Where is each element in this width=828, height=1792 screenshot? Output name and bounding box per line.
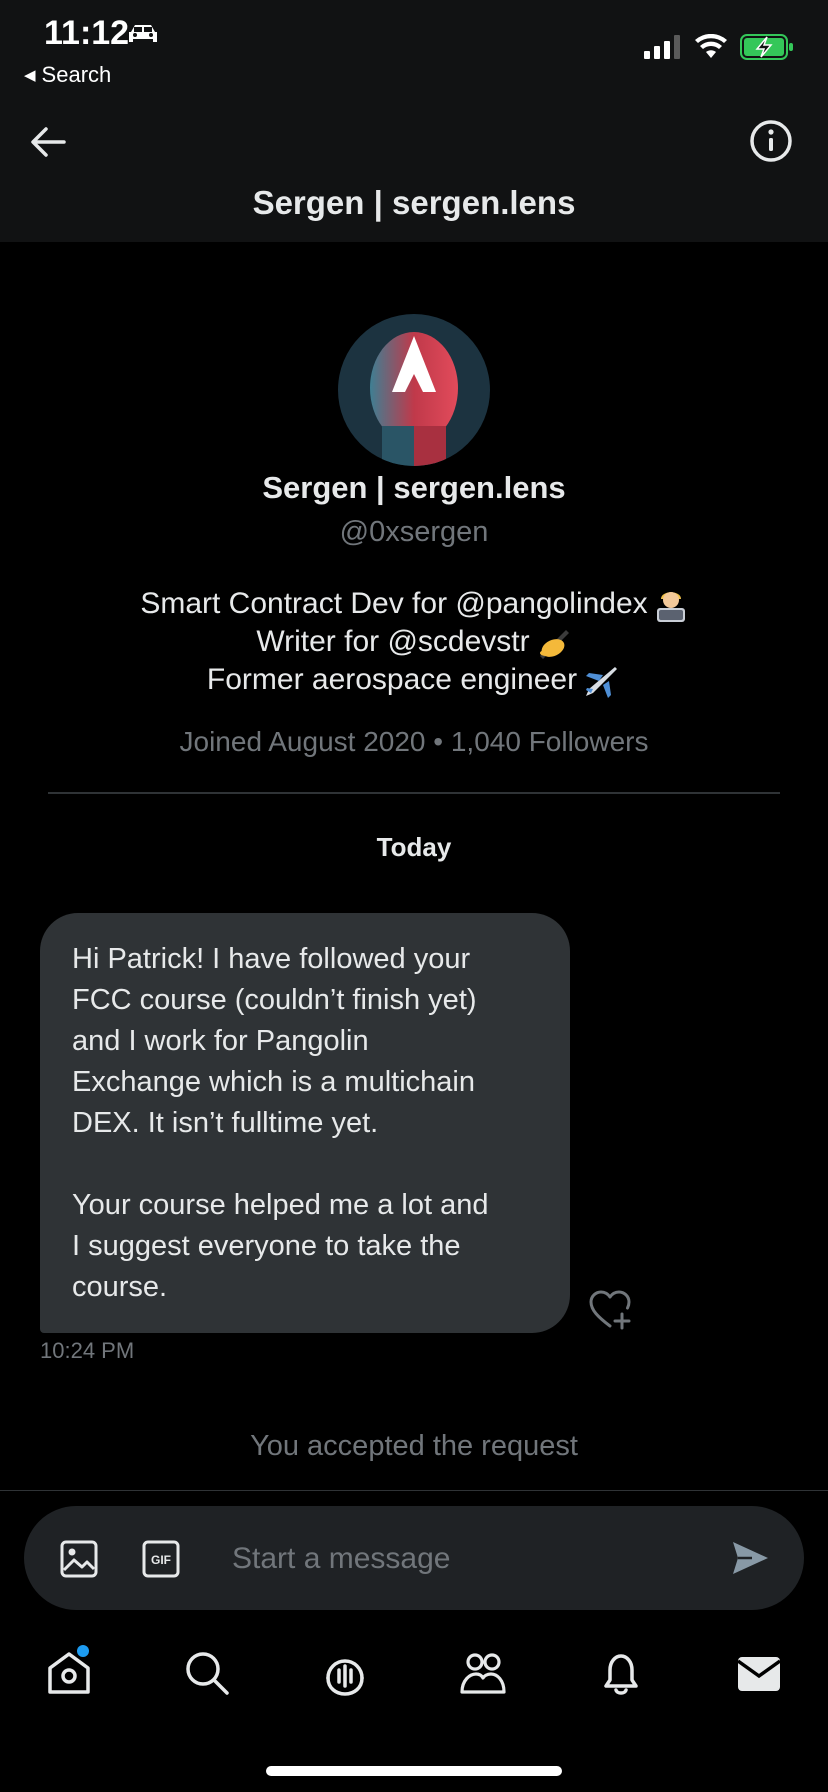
system-note: You accepted the request — [250, 1430, 578, 1462]
message-bubble[interactable]: Hi Patrick! I have followed your FCC cou… — [40, 913, 570, 1333]
divider — [0, 1490, 828, 1491]
car-icon — [129, 25, 157, 42]
back-app-label: Search — [41, 62, 112, 87]
signal-icon — [644, 35, 680, 59]
avatar[interactable] — [338, 314, 490, 466]
spaces-icon[interactable] — [320, 1648, 370, 1698]
arrow-left-icon[interactable] — [26, 120, 70, 164]
technologist-emoji-icon — [656, 592, 685, 623]
profile-meta: Joined August 2020 • 1,040 Followers — [179, 726, 649, 757]
messages-icon[interactable] — [734, 1648, 784, 1698]
message-timestamp: 10:24 PM — [40, 1338, 135, 1363]
communities-icon[interactable] — [458, 1648, 508, 1698]
svg-text:GIF: GIF — [151, 1553, 171, 1567]
status-time: 11:12 — [44, 14, 130, 52]
search-icon[interactable] — [182, 1648, 232, 1698]
message-paragraph: Hi Patrick! I have followed your FCC cou… — [72, 943, 477, 1139]
notification-dot-icon — [77, 1645, 89, 1657]
top-bar: 11:12 ◀ Search Sergen | sergen.lens — [0, 0, 828, 242]
gif-icon[interactable]: GIF — [142, 1540, 180, 1578]
airplane-emoji-icon — [586, 667, 618, 699]
battery-charging-icon — [740, 34, 793, 60]
message-input[interactable] — [230, 1530, 704, 1588]
profile-bio: Smart Contract Dev for @pangolindex Writ… — [0, 585, 828, 699]
conversation-title: Sergen | sergen.lens — [252, 184, 576, 221]
bottom-tab-bar — [0, 1620, 828, 1730]
date-separator: Today — [376, 832, 452, 862]
message-paragraph: Your course helped me a lot and I sugges… — [72, 1189, 489, 1303]
divider — [48, 792, 780, 794]
profile-name[interactable]: Sergen | sergen.lens — [0, 470, 828, 506]
info-icon[interactable] — [748, 118, 794, 164]
image-icon[interactable] — [60, 1540, 98, 1578]
bio-line: Former aerospace engineer — [0, 661, 828, 699]
notifications-icon[interactable] — [596, 1648, 646, 1698]
back-to-app-link[interactable]: ◀ Search — [24, 62, 111, 88]
message-composer: GIF — [24, 1506, 804, 1610]
send-icon[interactable] — [730, 1538, 770, 1578]
back-triangle-icon: ◀ — [24, 67, 36, 84]
wifi-icon — [695, 34, 727, 58]
heart-add-icon[interactable] — [588, 1288, 632, 1332]
status-icons — [644, 34, 794, 60]
profile-handle: @0xsergen — [339, 516, 489, 548]
avatar-image — [338, 314, 490, 466]
home-indicator[interactable] — [266, 1766, 562, 1776]
bio-line: Smart Contract Dev for @pangolindex — [0, 585, 828, 623]
bio-line: Writer for @scdevstr — [0, 623, 828, 661]
writing-hand-emoji-icon — [539, 630, 569, 660]
